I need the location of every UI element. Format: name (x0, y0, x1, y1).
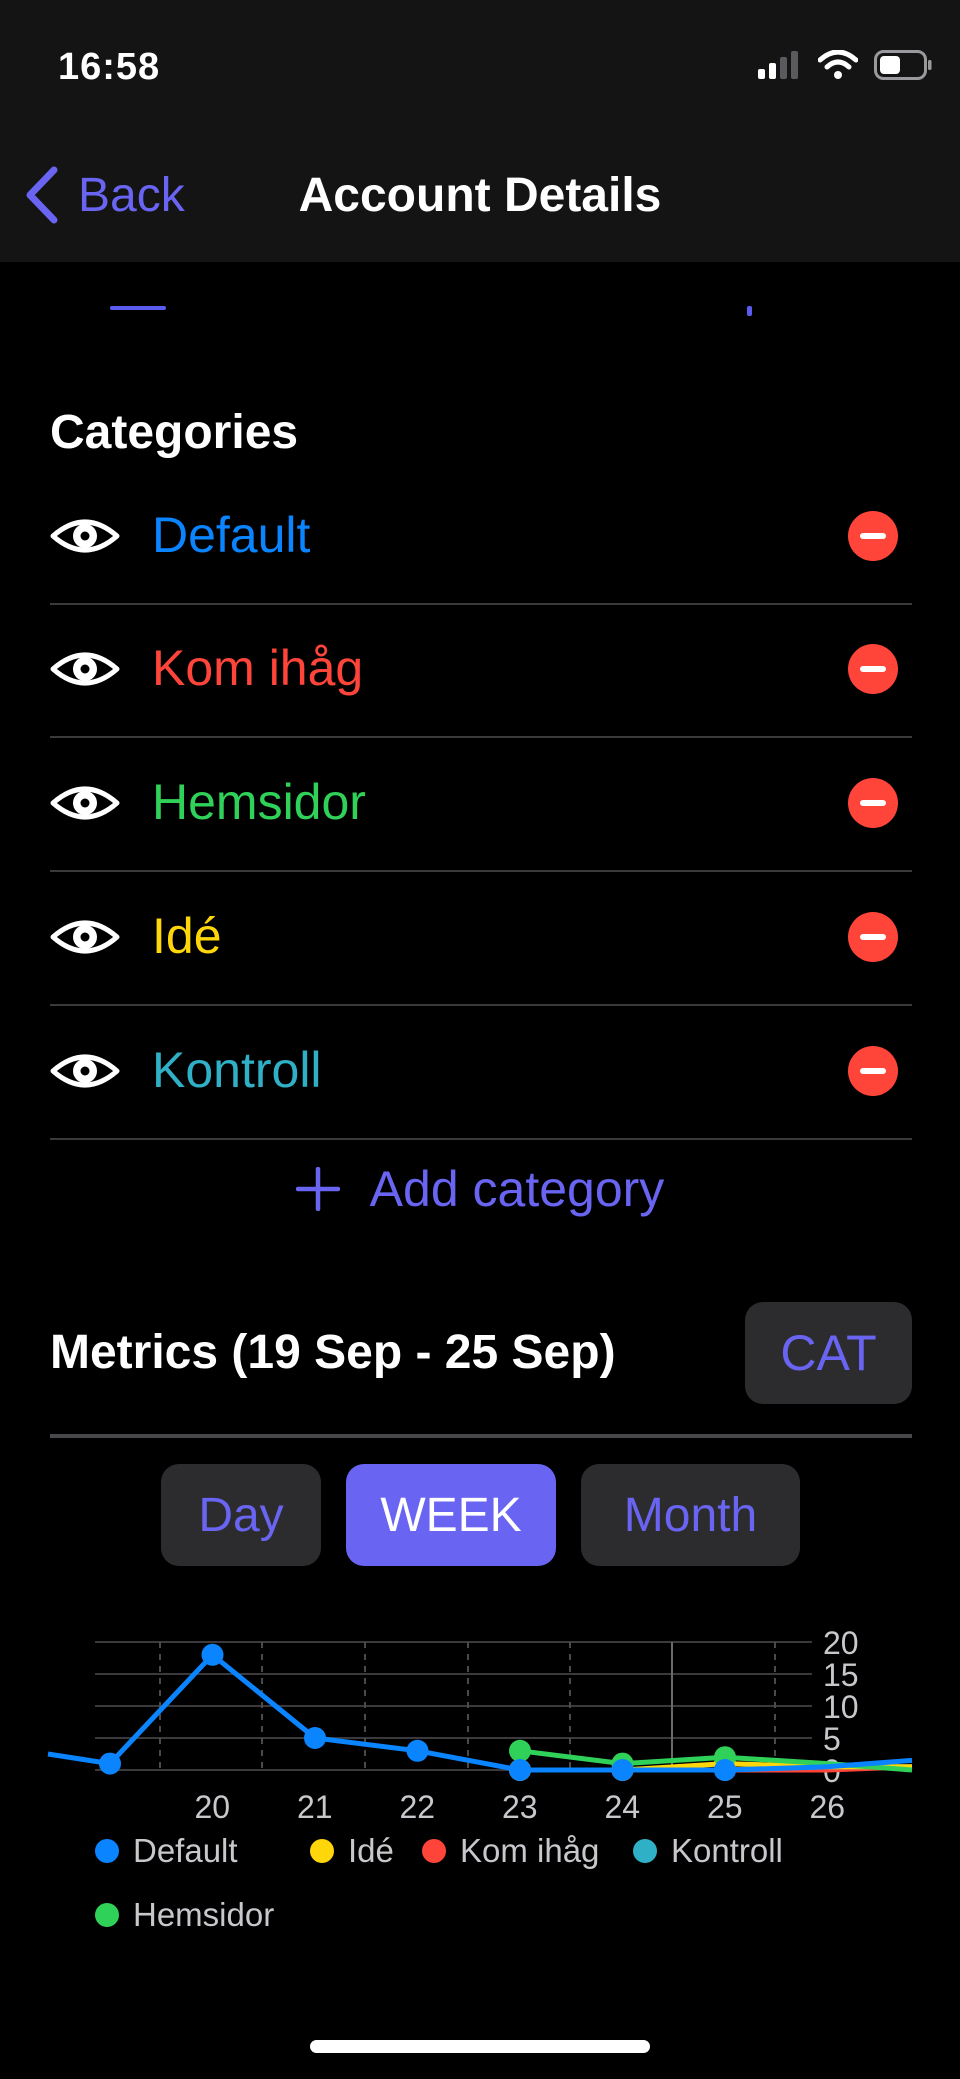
category-name: Kontroll (152, 1042, 322, 1098)
category-row[interactable]: Hemsidor (50, 737, 912, 872)
legend-label: Default (133, 1832, 238, 1869)
home-indicator[interactable] (310, 2040, 650, 2053)
y-tick-label: 10 (823, 1689, 859, 1725)
eye-icon[interactable] (50, 771, 120, 835)
eye-icon[interactable] (50, 637, 120, 701)
legend-dot (95, 1903, 119, 1927)
cat-button[interactable]: CAT (745, 1302, 912, 1404)
back-label: Back (78, 168, 185, 222)
segment-month[interactable]: Month (581, 1464, 800, 1566)
x-tick-label: 26 (810, 1789, 846, 1820)
data-point (509, 1759, 531, 1781)
series-line (47, 1652, 913, 1773)
x-tick-label: 20 (195, 1789, 231, 1820)
data-point (201, 1643, 224, 1666)
battery-icon (874, 50, 932, 80)
category-row[interactable]: Kontroll (50, 1005, 912, 1140)
x-tick-label: 24 (605, 1789, 641, 1820)
status-bar: 16:58 (0, 0, 960, 130)
data-point (714, 1759, 736, 1781)
category-name: Idé (152, 908, 222, 964)
eye-icon[interactable] (50, 504, 120, 568)
x-tick-label: 22 (400, 1789, 436, 1820)
add-category-button[interactable]: Add category (0, 1160, 960, 1218)
legend-dot (633, 1839, 657, 1863)
y-tick-label: 20 (823, 1625, 859, 1661)
scrolled-content-edge (110, 306, 166, 310)
remove-category-button[interactable] (848, 912, 898, 962)
scrolled-content-edge (747, 306, 752, 316)
data-point (304, 1727, 326, 1749)
legend-item[interactable]: Idé (310, 1832, 394, 1870)
segment-day-label: Day (198, 1488, 284, 1542)
plus-icon (295, 1167, 340, 1211)
remove-category-button[interactable] (848, 1046, 898, 1096)
legend-item[interactable]: Default (95, 1832, 238, 1870)
legend-item[interactable]: Hemsidor (95, 1896, 274, 1934)
wifi-icon (818, 50, 858, 79)
legend-label: Idé (348, 1832, 394, 1869)
back-button[interactable]: Back (24, 166, 185, 224)
data-point (99, 1752, 121, 1775)
y-tick-label: 5 (823, 1721, 841, 1757)
navigation-bar: Account Details Back (0, 130, 960, 262)
status-icons (758, 50, 932, 80)
legend-label: Kom ihåg (460, 1832, 600, 1869)
add-category-label: Add category (369, 1161, 665, 1217)
metrics-divider (50, 1434, 912, 1438)
metrics-title: Metrics (19 Sep - 25 Sep) (50, 1326, 616, 1379)
eye-icon[interactable] (50, 905, 120, 969)
category-row[interactable]: Kom ihåg (50, 603, 912, 738)
y-tick-label: 15 (823, 1657, 859, 1693)
chevron-left-icon (26, 166, 58, 224)
legend-dot (95, 1839, 119, 1863)
cellular-signal-icon (758, 51, 798, 79)
segment-day[interactable]: Day (161, 1464, 321, 1566)
legend-item[interactable]: Kom ihåg (422, 1832, 599, 1870)
segment-week[interactable]: WEEK (346, 1464, 556, 1566)
x-tick-label: 23 (502, 1789, 538, 1820)
legend-label: Hemsidor (133, 1896, 275, 1933)
category-name: Kom ihåg (152, 640, 364, 696)
eye-icon[interactable] (50, 1039, 120, 1103)
category-row[interactable]: Default (50, 470, 912, 605)
legend-label: Kontroll (671, 1832, 783, 1869)
x-tick-label: 21 (297, 1789, 333, 1820)
category-name: Default (152, 507, 311, 563)
remove-category-button[interactable] (848, 644, 898, 694)
data-point (406, 1739, 429, 1762)
segment-month-label: Month (623, 1488, 758, 1542)
legend-dot (310, 1839, 334, 1863)
category-row[interactable]: Idé (50, 871, 912, 1006)
x-tick-label: 25 (707, 1789, 743, 1820)
data-point (611, 1759, 634, 1781)
data-point (509, 1739, 531, 1762)
remove-category-button[interactable] (848, 511, 898, 561)
legend-item[interactable]: Kontroll (633, 1832, 783, 1870)
category-name: Hemsidor (152, 774, 366, 830)
segment-week-label: WEEK (380, 1488, 522, 1542)
legend-dot (422, 1839, 446, 1863)
status-time: 16:58 (58, 46, 161, 88)
metrics-chart: 2015105020 21 22 23 24 25 26 (47, 1625, 913, 1820)
remove-category-button[interactable] (848, 778, 898, 828)
categories-title: Categories (50, 406, 299, 459)
